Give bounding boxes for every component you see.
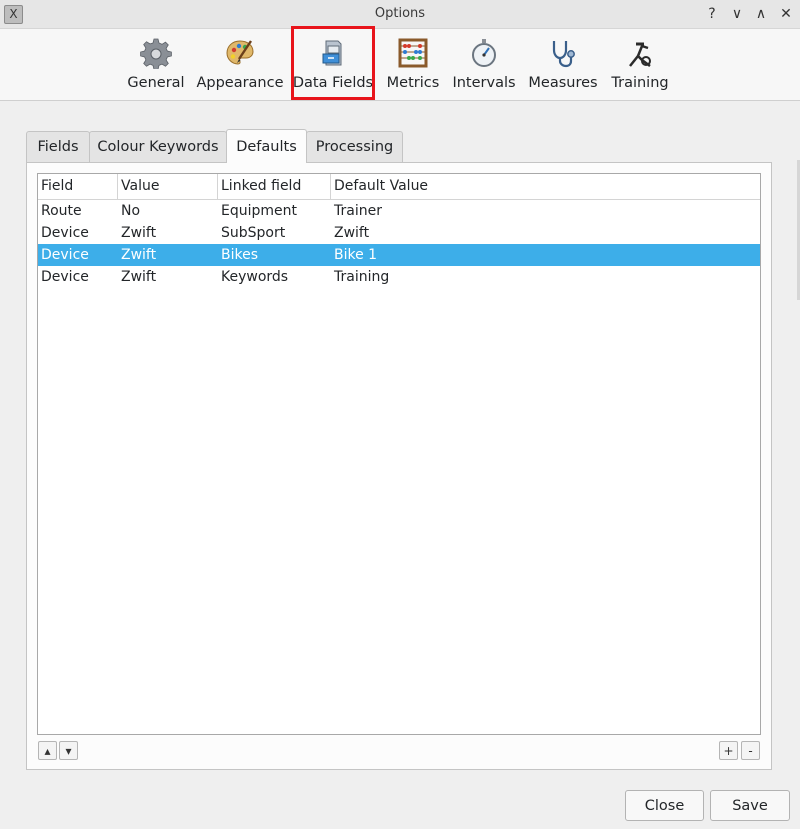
- cell-default-value: Trainer: [334, 203, 382, 219]
- cell-linked-field: Equipment: [221, 203, 297, 219]
- column-header-linked-field[interactable]: Linked field: [218, 174, 331, 199]
- cell-value: Zwift: [121, 225, 157, 241]
- move-down-button[interactable]: ▾: [59, 741, 78, 760]
- palette-icon: [222, 35, 258, 71]
- defaults-table[interactable]: Field Value Linked field Default Value R…: [37, 173, 761, 735]
- cell-linked-field: SubSport: [221, 225, 286, 241]
- cell-field: Device: [41, 269, 89, 285]
- table-row-selected[interactable]: Device Zwift Bikes Bike 1: [38, 244, 760, 266]
- cell-field: Route: [41, 203, 82, 219]
- cell-field: Device: [41, 225, 89, 241]
- save-button[interactable]: Save: [710, 790, 790, 821]
- table-row[interactable]: Device Zwift SubSport Zwift: [38, 222, 760, 244]
- toolbar-general[interactable]: General: [126, 29, 186, 100]
- tab-colour-keywords[interactable]: Colour Keywords: [89, 131, 227, 162]
- cell-value: Zwift: [121, 269, 157, 285]
- gear-icon: [138, 35, 174, 71]
- table-row[interactable]: Device Zwift Keywords Training: [38, 266, 760, 288]
- toolbar-measures[interactable]: Measures: [527, 29, 599, 100]
- toolbar-metrics[interactable]: Metrics: [385, 29, 441, 100]
- column-header-value[interactable]: Value: [118, 174, 218, 199]
- cell-field: Device: [41, 247, 89, 263]
- tab-processing[interactable]: Processing: [306, 131, 403, 162]
- bike-trainer-icon: [622, 35, 658, 71]
- table-row[interactable]: Route No Equipment Trainer: [38, 200, 760, 222]
- cell-value: No: [121, 203, 141, 219]
- cell-default-value: Zwift: [334, 225, 370, 241]
- settings-category-toolbar: General Appearance Data Fields Metrics I…: [0, 29, 800, 101]
- cell-linked-field: Keywords: [221, 269, 289, 285]
- cell-linked-field: Bikes: [221, 247, 259, 263]
- toolbar-data-fields[interactable]: Data Fields: [292, 29, 374, 100]
- window-title: Options: [374, 6, 426, 21]
- maximize-button[interactable]: ∧: [750, 3, 772, 25]
- remove-row-button[interactable]: -: [741, 741, 760, 760]
- table-header: Field Value Linked field Default Value: [38, 174, 760, 200]
- cell-default-value: Training: [334, 269, 390, 285]
- move-up-button[interactable]: ▴: [38, 741, 57, 760]
- title-bar: X Options ? ∨ ∧ ✕: [0, 0, 800, 29]
- toolbar-label: General: [127, 75, 185, 91]
- toolbar-training[interactable]: Training: [609, 29, 671, 100]
- minimize-button[interactable]: ∨: [726, 3, 748, 25]
- close-window-button[interactable]: ✕: [775, 3, 797, 25]
- tab-defaults[interactable]: Defaults: [226, 129, 307, 163]
- toolbar-label: Data Fields: [292, 75, 374, 91]
- help-button[interactable]: ?: [701, 3, 723, 25]
- toolbar-label: Metrics: [386, 75, 440, 91]
- stethoscope-icon: [545, 35, 581, 71]
- add-row-button[interactable]: +: [719, 741, 738, 760]
- toolbar-label: Measures: [528, 75, 598, 91]
- toolbar-label: Training: [611, 75, 669, 91]
- toolbar-intervals[interactable]: Intervals: [451, 29, 517, 100]
- tab-fields[interactable]: Fields: [26, 131, 90, 162]
- cell-value: Zwift: [121, 247, 157, 263]
- stopwatch-icon: [466, 35, 502, 71]
- close-button[interactable]: Close: [625, 790, 704, 821]
- toolbar-label: Intervals: [452, 75, 516, 91]
- column-header-field[interactable]: Field: [38, 174, 118, 199]
- toolbar-appearance[interactable]: Appearance: [196, 29, 284, 100]
- abacus-icon: [395, 35, 431, 71]
- cell-default-value: Bike 1: [334, 247, 378, 263]
- column-header-default-value[interactable]: Default Value: [331, 174, 760, 199]
- file-cabinet-icon: [315, 35, 351, 71]
- toolbar-label: Appearance: [196, 75, 284, 91]
